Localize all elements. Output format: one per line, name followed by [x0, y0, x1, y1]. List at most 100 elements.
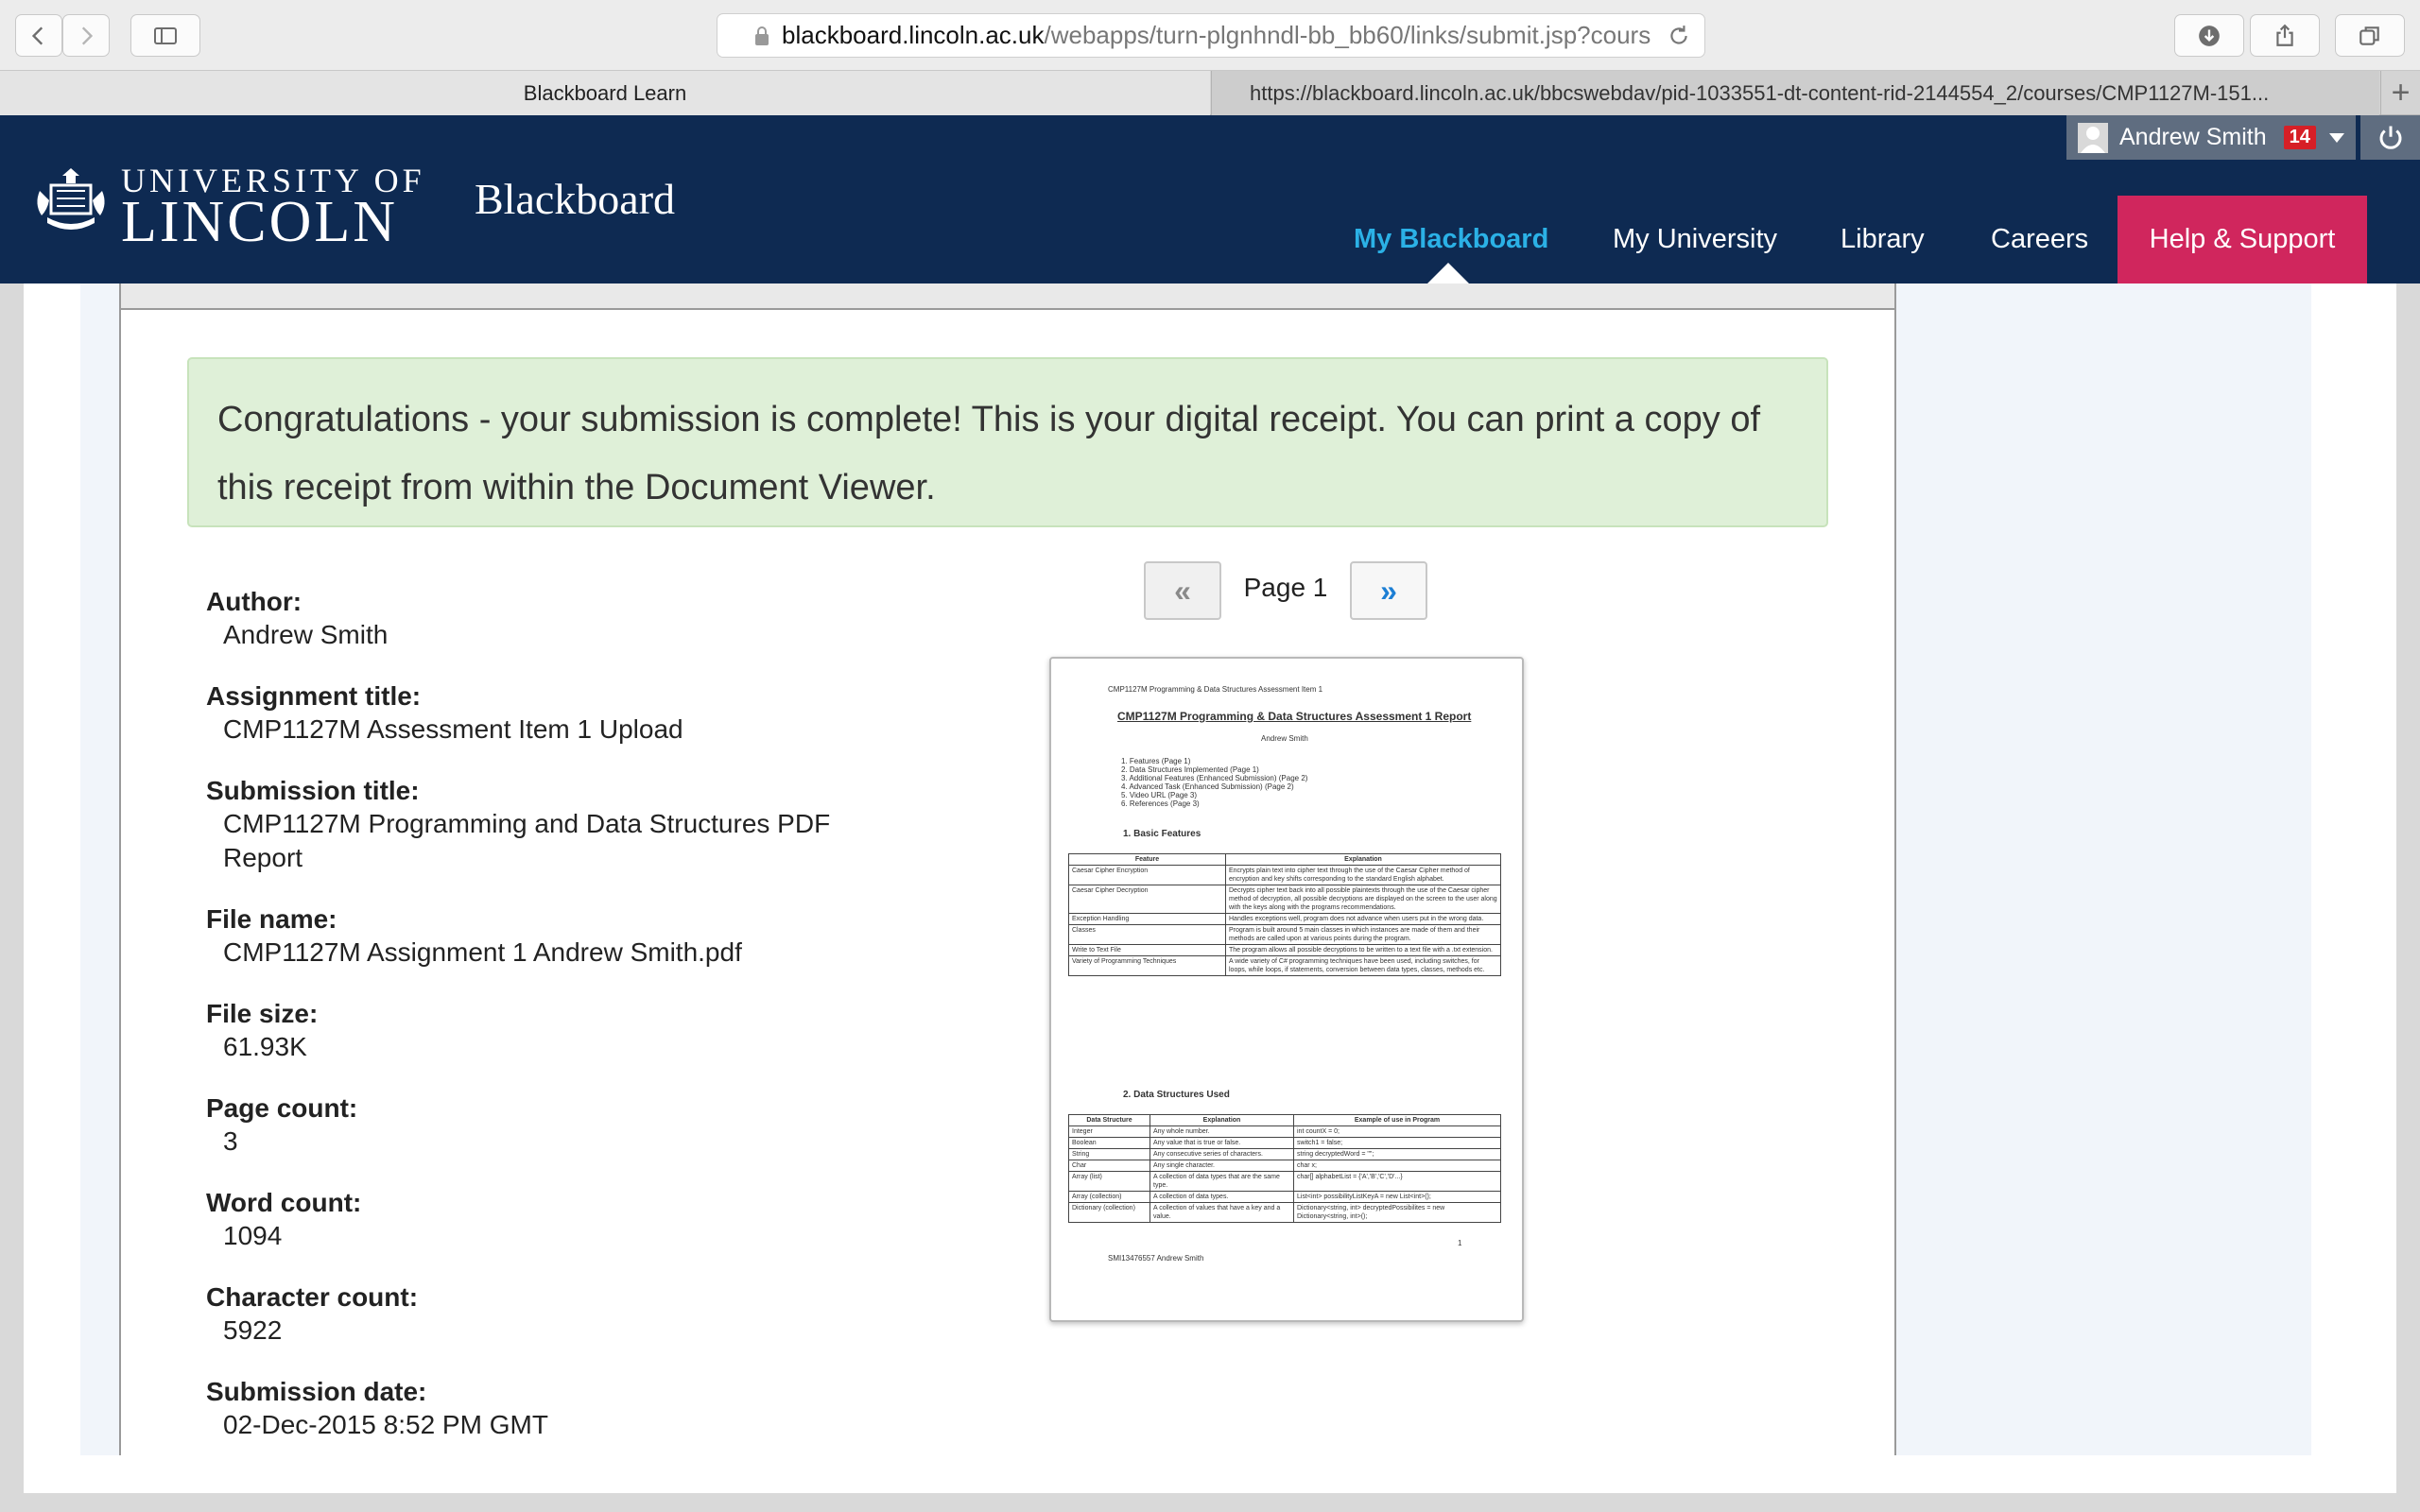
next-page-button[interactable]: »	[1350, 561, 1427, 620]
field-character-count: Character count: 5922	[206, 1281, 906, 1348]
field-label: Author:	[206, 587, 302, 616]
toc-item: 4. Advanced Task (Enhanced Submission) (…	[1121, 782, 1294, 791]
lock-icon	[755, 26, 769, 45]
panel-top-bar	[121, 284, 1894, 310]
field-page-count: Page count: 3	[206, 1092, 906, 1159]
nav-label: Help & Support	[2149, 224, 2336, 254]
chevron-down-icon[interactable]	[2328, 132, 2344, 143]
field-value: CMP1127M Assignment 1 Andrew Smith.pdf	[223, 937, 742, 967]
table-row: Array (list) A collection of data types t…	[1068, 1171, 1501, 1192]
user-name: Andrew Smith	[2119, 124, 2267, 150]
table-row: String Any consecutive series of characte…	[1068, 1148, 1501, 1160]
field-author: Author: Andrew Smith	[206, 586, 906, 652]
table-row: Array (collection) A collection of data t…	[1068, 1191, 1501, 1203]
table-cell: Decrypts cipher text back into all possi…	[1225, 885, 1501, 914]
table-cell: string decryptedWord = "";	[1293, 1148, 1501, 1160]
table-cell: The program allows all possible decrypti…	[1225, 944, 1501, 956]
page-indicator: Page 1	[1243, 573, 1328, 602]
product-name: Blackboard	[475, 175, 676, 223]
table-header: Explanation	[1225, 853, 1501, 866]
tab-label: https://blackboard.lincoln.ac.uk/bbcsweb…	[1250, 80, 2270, 105]
table-header: Data Structure	[1068, 1114, 1150, 1126]
table-cell: Program is built around 5 main classes i…	[1225, 924, 1501, 945]
nav-library[interactable]: Library	[1841, 196, 1925, 284]
table-cell: Integer	[1068, 1125, 1150, 1138]
address-bar[interactable]: blackboard.lincoln.ac.uk/webapps/turn-pl…	[717, 13, 1705, 58]
table-cell: int countX = 0;	[1293, 1125, 1501, 1138]
field-word-count: Word count: 1094	[206, 1187, 906, 1253]
field-label: Page count:	[206, 1093, 358, 1123]
nav-label: My University	[1613, 224, 1778, 254]
doc-toc: 1. Features (Page 1) 2. Data Structures …	[1121, 757, 1307, 808]
toc-item: 2. Data Structures Implemented (Page 1)	[1121, 765, 1259, 774]
table-row: Classes Program is built around 5 main cl…	[1068, 924, 1501, 945]
doc-section-heading: 1. Basic Features	[1123, 829, 1201, 839]
success-message: Congratulations - your submission is com…	[187, 357, 1828, 527]
logout-button[interactable]	[2360, 115, 2420, 160]
previous-page-button[interactable]: «	[1144, 561, 1221, 620]
field-label: Word count:	[206, 1188, 362, 1217]
table-cell: A wide variety of C# programming techniq…	[1225, 955, 1501, 976]
nav-help-support[interactable]: Help & Support	[2118, 196, 2367, 284]
new-tab-button[interactable]: +	[2380, 71, 2420, 115]
chevron-right-icon	[81, 26, 94, 45]
sidebar-toggle-button[interactable]	[130, 14, 200, 57]
doc-data-structures-table: Data Structure Explanation Example of us…	[1068, 1114, 1501, 1223]
field-value: 02-Dec-2015 8:52 PM GMT	[223, 1410, 548, 1439]
user-silhouette-icon	[2081, 126, 2105, 153]
downloads-button[interactable]	[2174, 14, 2244, 57]
table-row: Caesar Cipher Encryption Encrypts plain t…	[1068, 865, 1501, 885]
field-value: 61.93K	[223, 1032, 307, 1061]
table-cell: Array (collection)	[1068, 1191, 1150, 1203]
back-button[interactable]	[15, 14, 62, 57]
table-cell: A collection of values that have a key a…	[1150, 1202, 1294, 1223]
nav-label: Library	[1841, 224, 1925, 254]
table-row: Caesar Cipher Decryption Decrypts cipher …	[1068, 885, 1501, 914]
toc-item: 3. Additional Features (Enhanced Submiss…	[1121, 774, 1308, 782]
share-icon	[2276, 24, 2293, 46]
field-label: File name:	[206, 904, 337, 934]
notification-badge[interactable]: 14	[2283, 126, 2316, 149]
nav-my-university[interactable]: My University	[1613, 196, 1777, 284]
field-value: 3	[223, 1126, 238, 1156]
tab-blackboard-learn[interactable]: Blackboard Learn	[0, 71, 1210, 115]
share-button[interactable]	[2250, 14, 2320, 57]
receipt-details: Author: Andrew Smith Assignment title: C…	[206, 586, 906, 1470]
table-row: Write to Text File The program allows all…	[1068, 944, 1501, 956]
user-menu[interactable]: Andrew Smith 14	[2066, 115, 2356, 160]
table-cell: Char	[1068, 1160, 1150, 1172]
table-cell: Dictionary (collection)	[1068, 1202, 1150, 1223]
double-chevron-right-icon: »	[1380, 573, 1397, 608]
nav-careers[interactable]: Careers	[1991, 196, 2088, 284]
reload-icon[interactable]	[1667, 24, 1691, 48]
doc-page-number: 1	[1458, 1239, 1462, 1247]
doc-title: CMP1127M Programming & Data Structures A…	[1117, 710, 1472, 723]
download-icon	[2199, 25, 2220, 46]
table-row: Dictionary (collection) A collection of v…	[1068, 1202, 1501, 1223]
table-cell: Exception Handling	[1068, 913, 1226, 925]
field-value: Andrew Smith	[223, 620, 389, 649]
browser-toolbar: blackboard.lincoln.ac.uk/webapps/turn-pl…	[0, 0, 2420, 71]
tab-label: Blackboard Learn	[523, 80, 687, 105]
table-cell: Variety of Programming Techniques	[1068, 955, 1226, 976]
table-cell: Boolean	[1068, 1137, 1150, 1149]
url-path: /webapps/turn-plgnhndl-bb_bb60/links/sub…	[1044, 21, 1651, 49]
sidebar-icon	[154, 26, 177, 44]
table-cell: Classes	[1068, 924, 1226, 945]
forward-button[interactable]	[62, 14, 110, 57]
document-preview[interactable]: CMP1127M Programming & Data Structures A…	[1049, 657, 1524, 1322]
university-crest-icon[interactable]	[32, 163, 110, 238]
tabs-overview-button[interactable]	[2335, 14, 2405, 57]
field-label: Submission title:	[206, 776, 420, 805]
double-chevron-left-icon: «	[1174, 573, 1191, 608]
doc-features-table: Feature Explanation Caesar Cipher Encryp…	[1068, 853, 1501, 976]
table-cell: Any consecutive series of characters.	[1150, 1148, 1294, 1160]
table-row: Integer Any whole number. int countX = 0;	[1068, 1125, 1501, 1138]
field-value: CMP1127M Programming and Data Structures…	[223, 809, 831, 872]
doc-footer: SMI13476557 Andrew Smith	[1108, 1254, 1204, 1263]
table-cell: Encrypts plain text into cipher text thr…	[1225, 865, 1501, 885]
table-cell: char x;	[1293, 1160, 1501, 1172]
field-label: File size:	[206, 999, 319, 1028]
chevron-left-icon	[31, 26, 43, 45]
tab-pdf-document[interactable]: https://blackboard.lincoln.ac.uk/bbcsweb…	[1211, 71, 2379, 115]
